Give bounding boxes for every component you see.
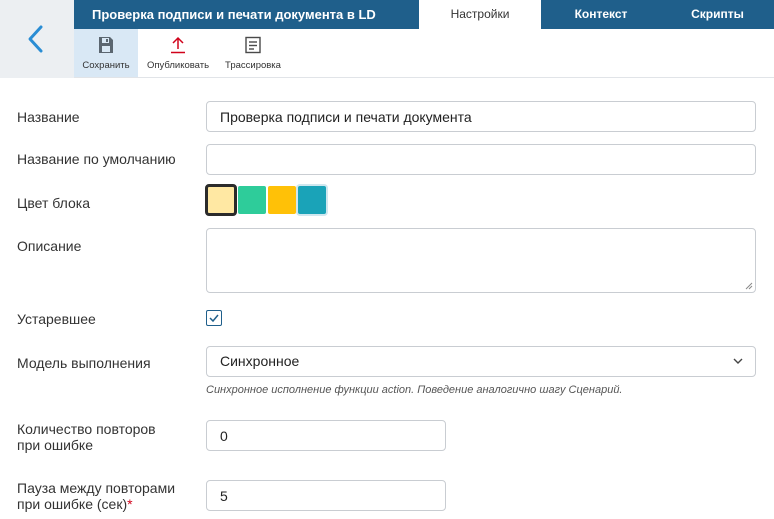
color-swatch-yellow-light[interactable] (205, 184, 237, 216)
trace-button[interactable]: Трассировка (218, 29, 288, 77)
obsolete-checkbox[interactable] (206, 310, 222, 326)
name-label: Название (17, 109, 80, 125)
description-textarea[interactable] (206, 228, 756, 293)
description-label: Описание (17, 238, 82, 254)
tab-context[interactable]: Контекст (541, 0, 661, 29)
back-button[interactable] (22, 24, 50, 54)
retries-input[interactable] (206, 420, 446, 451)
default-name-input[interactable] (206, 144, 756, 175)
obsolete-label: Устаревшее (17, 311, 96, 327)
back-panel (0, 0, 74, 78)
execution-model-value: Синхронное (220, 353, 300, 369)
color-swatch-teal[interactable] (298, 186, 326, 214)
pause-label-line1: Пауза между повторами (17, 480, 176, 496)
save-button[interactable]: Сохранить (74, 29, 138, 77)
publish-button[interactable]: Опубликовать (138, 29, 218, 77)
floppy-disk-icon (99, 37, 113, 53)
trace-list-icon (245, 36, 261, 54)
color-swatch-amber[interactable] (268, 186, 296, 214)
pause-label-text: при ошибке (сек) (17, 496, 128, 512)
tab-settings[interactable]: Настройки (419, 0, 541, 29)
trace-label: Трассировка (225, 60, 281, 71)
resize-grip-icon[interactable] (745, 282, 753, 290)
execution-model-select[interactable]: Синхронное (206, 346, 756, 377)
execution-model-label: Модель выполнения (17, 355, 151, 371)
chevron-down-icon (733, 358, 743, 364)
color-swatch-green[interactable] (238, 186, 266, 214)
checkmark-icon (209, 314, 219, 323)
execution-model-hint: Синхронное исполнение функции action. По… (206, 384, 623, 396)
name-input[interactable] (206, 101, 756, 132)
default-name-label: Название по умолчанию (17, 151, 176, 167)
retries-label-line2: при ошибке (17, 437, 94, 453)
tab-scripts[interactable]: Скрипты (661, 0, 774, 29)
page-title: Проверка подписи и печати документа в LD (92, 7, 376, 22)
retries-label-line1: Количество повторов (17, 421, 156, 437)
block-color-label: Цвет блока (17, 195, 90, 211)
required-mark: * (127, 496, 133, 512)
toolbar: Сохранить Опубликовать Трассировка (74, 29, 774, 78)
save-label: Сохранить (82, 60, 130, 71)
publish-label: Опубликовать (146, 60, 210, 71)
chevron-left-icon (28, 25, 43, 53)
title-bar: Проверка подписи и печати документа в LD… (74, 0, 774, 29)
pause-label-line2: при ошибке (сек)* (17, 496, 133, 513)
pause-input[interactable] (206, 480, 446, 511)
upload-arrow-icon (171, 36, 185, 54)
